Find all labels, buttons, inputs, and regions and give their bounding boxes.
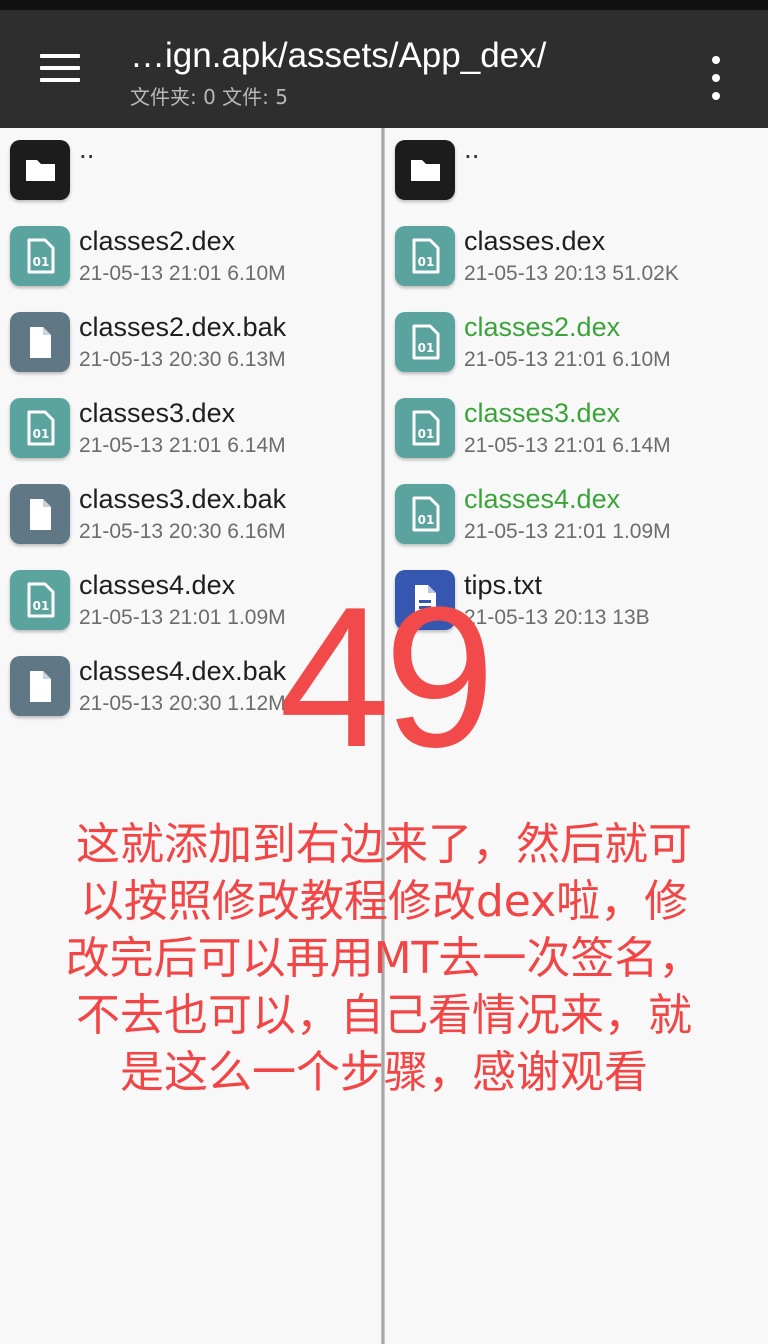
status-bar <box>0 0 768 10</box>
file-meta: 21-05-13 21:01 6.10M <box>79 262 286 285</box>
file-name: classes3.dex.bak <box>79 484 287 514</box>
dex-file-icon: 01 <box>395 484 455 544</box>
file-name: classes.dex <box>464 226 606 256</box>
hamburger-menu-icon[interactable] <box>28 40 90 96</box>
file-row[interactable]: 01 classes2.dex 21-05-13 21:01 6.10M <box>385 300 768 386</box>
svg-text:01: 01 <box>33 255 50 269</box>
file-icon <box>10 656 70 716</box>
svg-text:01: 01 <box>33 427 50 441</box>
file-name: classes2.dex.bak <box>79 312 287 342</box>
parent-dir-label: .. <box>464 133 480 164</box>
dex-file-icon: 01 <box>395 226 455 286</box>
file-row[interactable]: classes3.dex.bak 21-05-13 20:30 6.16M <box>0 472 381 558</box>
more-vertical-icon[interactable] <box>698 50 734 106</box>
svg-text:01: 01 <box>418 255 435 269</box>
file-meta: 21-05-13 21:01 6.14M <box>464 434 671 457</box>
file-meta: 21-05-13 20:30 6.13M <box>79 348 286 371</box>
svg-text:01: 01 <box>33 599 50 613</box>
file-name: classes4.dex <box>464 484 621 514</box>
folder-icon <box>395 140 455 200</box>
file-row[interactable]: 01 classes2.dex 21-05-13 21:01 6.10M <box>0 214 381 300</box>
file-meta: 21-05-13 21:01 1.09M <box>79 606 286 629</box>
toolbar: …ign.apk/assets/App_dex/ 文件夹: 0 文件: 5 <box>0 10 768 128</box>
file-row[interactable]: 01 classes3.dex 21-05-13 21:01 6.14M <box>385 386 768 472</box>
file-row[interactable]: classes2.dex.bak 21-05-13 20:30 6.13M <box>0 300 381 386</box>
caption-line: 以按照修改教程修改dex啦，修 <box>79 876 689 927</box>
file-name: classes2.dex <box>79 226 236 256</box>
file-meta: 21-05-13 21:01 6.10M <box>464 348 671 371</box>
svg-text:01: 01 <box>418 427 435 441</box>
file-name: classes4.dex <box>79 570 236 600</box>
path-title[interactable]: …ign.apk/assets/App_dex/ <box>130 32 690 80</box>
caption-text: 这就添加到右边来了，然后就可 以按照修改教程修改dex啦，修 改完后可以再用MT… <box>10 816 758 1101</box>
file-meta: 21-05-13 21:01 1.09M <box>464 520 671 543</box>
parent-dir-label: .. <box>79 133 95 164</box>
parent-dir-row[interactable]: .. <box>0 128 381 214</box>
file-meta: 21-05-13 21:01 6.14M <box>79 434 286 457</box>
file-row[interactable]: 01 classes4.dex 21-05-13 21:01 1.09M <box>385 472 768 558</box>
dex-file-icon: 01 <box>10 570 70 630</box>
folder-icon <box>10 140 70 200</box>
folder-file-count: 文件夹: 0 文件: 5 <box>130 85 288 109</box>
caption-line: 这就添加到右边来了，然后就可 <box>76 819 692 870</box>
file-name: classes3.dex <box>79 398 236 428</box>
file-meta: 21-05-13 20:30 1.12M <box>79 692 286 715</box>
dex-file-icon: 01 <box>395 398 455 458</box>
file-name: classes2.dex <box>464 312 621 342</box>
dex-file-icon: 01 <box>10 226 70 286</box>
caption-line: 不去也可以，自己看情况来，就 <box>76 990 692 1041</box>
file-meta: 21-05-13 20:13 51.02K <box>464 262 679 285</box>
file-row[interactable]: 01 classes3.dex 21-05-13 21:01 6.14M <box>0 386 381 472</box>
caption-line: 是这么一个步骤，感谢观看 <box>120 1047 648 1098</box>
file-name: classes3.dex <box>464 398 621 428</box>
file-meta: 21-05-13 20:30 6.16M <box>79 520 286 543</box>
caption-line: 改完后可以再用MT去一次签名， <box>65 933 703 984</box>
dex-file-icon: 01 <box>10 398 70 458</box>
file-row[interactable]: 01 classes.dex 21-05-13 20:13 51.02K <box>385 214 768 300</box>
parent-dir-row[interactable]: .. <box>385 128 768 214</box>
file-icon <box>10 312 70 372</box>
file-icon <box>10 484 70 544</box>
svg-text:01: 01 <box>418 341 435 355</box>
dex-file-icon: 01 <box>395 312 455 372</box>
svg-text:01: 01 <box>418 513 435 527</box>
step-number: 49 <box>278 566 495 789</box>
